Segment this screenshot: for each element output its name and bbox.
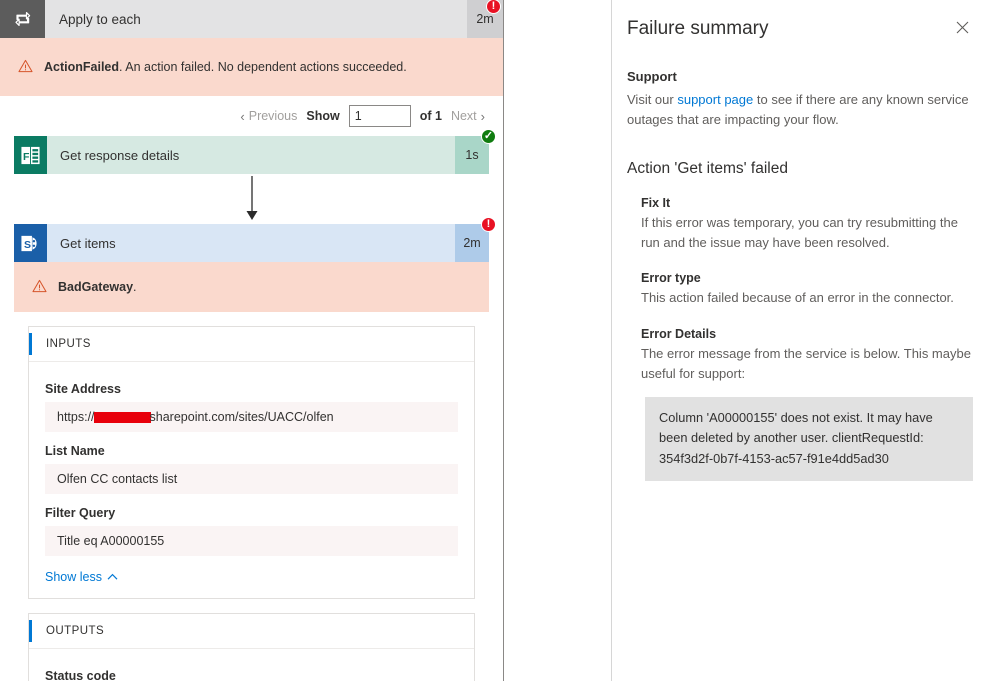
failure-summary-header: Failure summary bbox=[627, 16, 973, 41]
action-error-text: BadGateway. bbox=[58, 279, 137, 296]
svg-text:F: F bbox=[23, 150, 30, 162]
scope-header-apply-to-each[interactable]: Apply to each 2m ! bbox=[0, 0, 503, 38]
site-address-suffix: sharepoint.com/sites/UACC/olfen bbox=[149, 410, 334, 424]
action-header[interactable]: F Get response details 1s ✓ bbox=[14, 129, 496, 174]
status-badge-failed: ! bbox=[481, 217, 496, 232]
chevron-up-icon bbox=[107, 573, 118, 580]
page-number-input[interactable] bbox=[348, 105, 411, 127]
show-less-label: Show less bbox=[45, 570, 102, 584]
action-header[interactable]: S Get items 2m ! bbox=[14, 217, 496, 262]
inputs-card: INPUTS Site Address https:// sharepoint.c… bbox=[28, 326, 475, 599]
microsoft-forms-icon: F bbox=[14, 136, 47, 174]
previous-button[interactable]: ‹ Previous bbox=[240, 109, 297, 124]
action-error-banner: BadGateway. bbox=[14, 262, 489, 312]
inputs-body: Site Address https:// sharepoint.com/site… bbox=[29, 362, 474, 598]
fix-it-body: If this error was temporary, you can try… bbox=[641, 215, 958, 251]
scope-error-message: . An action failed. No dependent actions… bbox=[119, 59, 407, 74]
show-label: Show bbox=[306, 109, 340, 123]
redaction-block bbox=[93, 411, 151, 423]
iteration-pager: ‹ Previous Show of 1 Next › bbox=[0, 96, 503, 136]
scope-error-text: ActionFailed. An action failed. No depen… bbox=[44, 59, 407, 76]
error-type-heading: Error type bbox=[641, 271, 701, 286]
show-less-button[interactable]: Show less bbox=[45, 570, 118, 584]
action-card-get-response-details[interactable]: F Get response details 1s ✓ bbox=[14, 129, 496, 174]
fix-it-block: Fix It If this error was temporary, you … bbox=[641, 196, 973, 253]
field-label-list-name: List Name bbox=[45, 444, 105, 458]
scope-title: Apply to each bbox=[45, 0, 467, 38]
failure-summary-panel: Failure summary Support Visit our suppor… bbox=[612, 0, 999, 681]
power-automate-run-details: Apply to each 2m ! ActionFailed. An acti… bbox=[0, 0, 999, 681]
page-title: Failure summary bbox=[627, 18, 769, 39]
io-area: INPUTS Site Address https:// sharepoint.c… bbox=[0, 326, 503, 681]
fix-it-heading: Fix It bbox=[641, 196, 671, 211]
outputs-title: OUTPUTS bbox=[46, 625, 105, 637]
field-value-list-name: Olfen CC contacts list bbox=[45, 464, 458, 494]
next-label: Next bbox=[450, 109, 477, 123]
error-details-block: Error Details The error message from the… bbox=[641, 327, 973, 482]
loop-icon bbox=[0, 0, 45, 38]
status-badge-succeeded: ✓ bbox=[481, 129, 496, 144]
error-type-block: Error type This action failed because of… bbox=[641, 271, 973, 308]
outputs-card: OUTPUTS Status code 502 bbox=[28, 613, 475, 681]
page-count-label: of 1 bbox=[419, 109, 442, 123]
action-failed-heading: Action 'Get items' failed bbox=[627, 160, 788, 178]
error-type-body: This action failed because of an error i… bbox=[641, 290, 954, 306]
outputs-title-row: OUTPUTS bbox=[29, 614, 474, 649]
action-name: Get items bbox=[60, 235, 116, 251]
next-button[interactable]: Next › bbox=[451, 109, 485, 124]
flow-connector-arrow bbox=[14, 174, 489, 224]
inputs-title-row: INPUTS bbox=[29, 327, 474, 362]
support-paragraph: Visit our support page to see if there a… bbox=[627, 90, 973, 130]
warning-triangle-icon bbox=[32, 279, 48, 296]
actions-list: F Get response details 1s ✓ S Get items … bbox=[0, 129, 503, 312]
field-label-filter-query: Filter Query bbox=[45, 506, 116, 520]
sharepoint-icon: S bbox=[14, 224, 47, 262]
chevron-left-icon: ‹ bbox=[240, 108, 245, 124]
field-label-status-code: Status code bbox=[45, 669, 116, 681]
svg-text:S: S bbox=[24, 238, 31, 250]
run-history-panel: Apply to each 2m ! ActionFailed. An acti… bbox=[0, 0, 504, 681]
field-label-site-address: Site Address bbox=[45, 382, 121, 396]
scope-error-code: ActionFailed bbox=[44, 59, 120, 74]
action-card-get-items[interactable]: S Get items 2m ! BadGateway. bbox=[14, 217, 496, 312]
action-error-message: . bbox=[133, 279, 137, 294]
action-name: Get response details bbox=[60, 147, 180, 163]
action-error-code: BadGateway bbox=[58, 279, 134, 294]
panel-gutter bbox=[504, 0, 612, 681]
previous-label: Previous bbox=[248, 109, 298, 123]
site-address-prefix: https:// bbox=[57, 410, 95, 424]
error-details-body: The error message from the service is be… bbox=[641, 345, 971, 381]
field-value-filter-query: Title eq A00000155 bbox=[45, 526, 458, 556]
close-icon[interactable] bbox=[951, 16, 973, 38]
scope-error-banner: ActionFailed. An action failed. No depen… bbox=[0, 38, 503, 96]
support-page-link[interactable]: support page bbox=[677, 92, 753, 107]
error-detail-message: Column 'A00000155' does not exist. It ma… bbox=[645, 396, 973, 482]
warning-triangle-icon bbox=[18, 59, 34, 76]
support-text-before: Visit our bbox=[627, 91, 678, 107]
field-value-site-address: https:// sharepoint.com/sites/UACC/olfen bbox=[45, 402, 458, 432]
chevron-right-icon: › bbox=[480, 108, 485, 124]
inputs-title: INPUTS bbox=[46, 338, 91, 350]
outputs-body: Status code 502 bbox=[29, 649, 474, 681]
support-heading: Support bbox=[627, 68, 677, 84]
error-details-heading: Error Details bbox=[641, 326, 717, 341]
